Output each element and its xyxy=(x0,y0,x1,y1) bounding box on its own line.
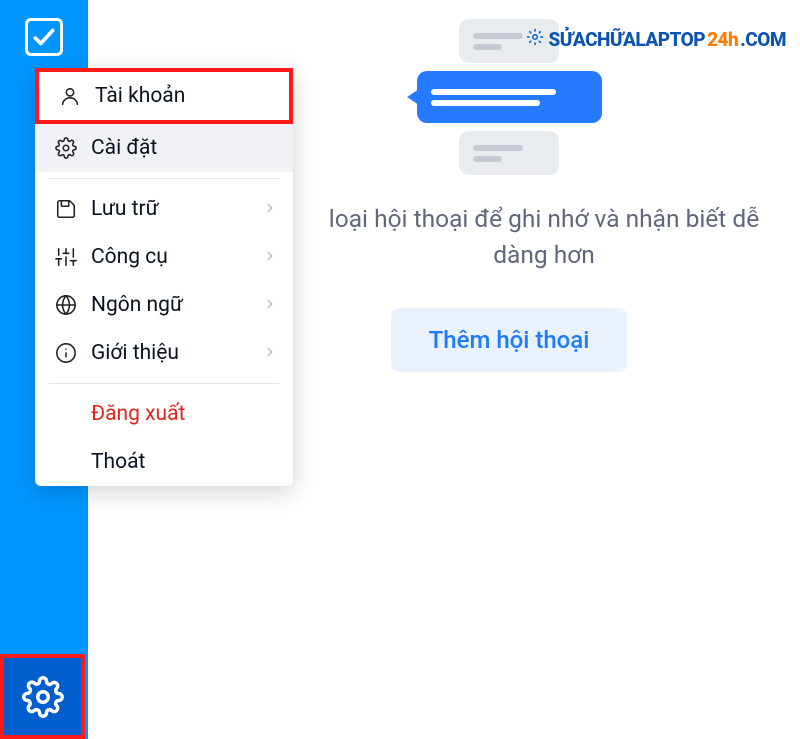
menu-item-label: Lưu trữ xyxy=(91,197,159,221)
menu-item-label: Cài đặt xyxy=(91,136,157,160)
watermark-text: .com xyxy=(740,28,786,51)
menu-item-label: Giới thiệu xyxy=(91,341,179,365)
chevron-right-icon xyxy=(263,245,277,269)
menu-item-tools[interactable]: Công cụ xyxy=(35,233,293,281)
menu-item-about[interactable]: Giới thiệu xyxy=(35,329,293,377)
gear-icon xyxy=(22,676,64,718)
menu-item-account[interactable]: Tài khoản xyxy=(35,68,293,124)
menu-item-storage[interactable]: Lưu trữ xyxy=(35,185,293,233)
add-conversation-button[interactable]: Thêm hội thoại xyxy=(391,308,628,372)
settings-gear-button[interactable] xyxy=(0,654,85,739)
menu-item-exit[interactable]: Thoát xyxy=(35,438,293,486)
menu-item-label: Thoát xyxy=(91,450,145,474)
chevron-right-icon xyxy=(263,293,277,317)
chat-bubble-decorative xyxy=(459,131,559,175)
menu-item-logout[interactable]: Đăng xuất xyxy=(35,390,293,438)
gear-icon xyxy=(526,28,544,51)
menu-item-label: Tài khoản xyxy=(95,84,185,108)
todo-check-icon[interactable] xyxy=(25,18,63,56)
info-icon xyxy=(51,342,81,364)
settings-menu: Tài khoản Cài đặt Lưu trữ Công cụ Ngôn n… xyxy=(35,68,293,486)
globe-icon xyxy=(51,294,81,316)
menu-item-label: Đăng xuất xyxy=(91,402,185,426)
menu-separator xyxy=(49,178,279,179)
watermark-logo: SỬACHỮALAPTOP24h.com xyxy=(526,28,786,51)
person-icon xyxy=(55,85,85,107)
watermark-text: SỬACHỮALAPTOP xyxy=(549,28,706,51)
menu-separator xyxy=(49,383,279,384)
gear-icon xyxy=(51,137,81,159)
chevron-right-icon xyxy=(263,197,277,221)
save-icon xyxy=(51,198,81,220)
watermark-text: 24h xyxy=(707,28,738,51)
chevron-right-icon xyxy=(263,341,277,365)
menu-item-language[interactable]: Ngôn ngữ xyxy=(35,281,293,329)
menu-item-label: Ngôn ngữ xyxy=(91,293,183,317)
sliders-icon xyxy=(51,246,81,268)
menu-item-label: Công cụ xyxy=(91,245,168,269)
chat-bubble-decorative xyxy=(417,71,602,123)
menu-item-settings[interactable]: Cài đặt xyxy=(35,124,293,172)
